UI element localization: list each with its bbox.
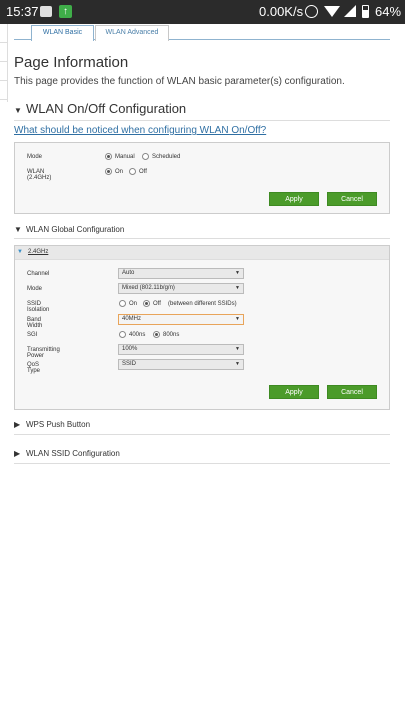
dropdown-arrow-icon: ▼ <box>235 361 240 367</box>
onoff-panel: Mode Manual Scheduled WLAN (2.4GHz) On O… <box>14 142 390 214</box>
tab-wlan-advanced[interactable]: WLAN Advanced <box>95 25 169 41</box>
section-title: WLAN SSID Configuration <box>26 449 120 458</box>
wlan-on-label: On <box>115 169 124 175</box>
qos-label: QoS Type <box>27 362 41 374</box>
battery-percent: 64% <box>375 4 402 19</box>
isolation-off-radio[interactable] <box>143 300 150 307</box>
band-tab-label: 2.4GHz <box>28 249 49 255</box>
bandwidth-label: Band Width <box>27 317 43 329</box>
expand-right-icon: ▶ <box>14 449 21 458</box>
select-value: 100% <box>122 346 138 352</box>
help-link[interactable]: What should be noticed when configuring … <box>14 125 266 136</box>
expand-down-icon: ▼ <box>17 249 23 255</box>
channel-label: Channel <box>27 271 50 277</box>
section-ssid-header[interactable]: ▶ WLAN SSID Configuration <box>14 449 390 464</box>
global-apply-button[interactable]: Apply <box>269 385 319 399</box>
dropdown-arrow-icon: ▼ <box>235 285 240 291</box>
expand-right-icon: ▶ <box>14 420 21 429</box>
dropdown-arrow-icon: ▼ <box>235 270 240 276</box>
sgi-800-radio[interactable] <box>153 331 160 338</box>
sgi-label: SGI <box>27 332 38 338</box>
onoff-apply-button[interactable]: Apply <box>269 192 319 206</box>
sgi-400-radio[interactable] <box>119 331 126 338</box>
global-cancel-button[interactable]: Cancel <box>327 385 377 399</box>
isolation-on-label: On <box>129 301 138 307</box>
wifi-mode-select[interactable]: Mixed (802.11b/g/n) ▼ <box>118 283 244 294</box>
wlan-off-label: Off <box>139 169 147 175</box>
section-global-header[interactable]: ▼ WLAN Global Configuration <box>14 225 390 239</box>
power-label: Transmitting Power <box>27 347 60 359</box>
mode-manual-radio[interactable] <box>105 153 112 160</box>
tab-wlan-basic[interactable]: WLAN Basic <box>31 25 94 41</box>
power-select[interactable]: 100% ▼ <box>118 344 244 355</box>
side-menu-edge[interactable] <box>0 24 8 102</box>
collapse-down-icon: ▼ <box>14 225 22 234</box>
bandwidth-select[interactable]: 40MHz ▼ <box>118 314 244 325</box>
mode-label: Mode <box>27 154 43 160</box>
section-wps-header[interactable]: ▶ WPS Push Button <box>14 420 390 435</box>
isolation-on-radio[interactable] <box>119 300 126 307</box>
dropdown-arrow-icon: ▼ <box>235 316 240 322</box>
onoff-cancel-button[interactable]: Cancel <box>327 192 377 206</box>
section-title: WLAN On/Off Configuration <box>26 101 187 116</box>
isolation-off-label: Off <box>153 301 161 307</box>
status-bar: 15:37 ↑ 0.00K/s 64% <box>0 0 405 24</box>
signal-icon <box>344 5 356 17</box>
select-value: Mixed (802.11b/g/n) <box>122 285 175 291</box>
sgi-400-label: 400ns <box>129 332 146 338</box>
select-value: SSID <box>122 361 137 367</box>
clock: 15:37 <box>6 4 39 19</box>
wifi-icon <box>324 6 340 17</box>
mode-scheduled-label: Scheduled <box>152 154 181 160</box>
wlan-off-radio[interactable] <box>129 168 136 175</box>
dropdown-arrow-icon: ▼ <box>235 346 240 352</box>
wifi-mode-label: Mode <box>27 286 43 292</box>
collapse-down-icon: ▼ <box>14 106 22 115</box>
select-value: 40MHz <box>122 316 142 322</box>
network-speed: 0.00K/s <box>259 4 304 19</box>
section-title: WLAN Global Configuration <box>26 225 125 234</box>
isolation-note: (between different SSIDs) <box>168 301 237 307</box>
band-tab-2-4ghz[interactable]: ▼ 2.4GHz <box>15 246 389 260</box>
sgi-800-label: 800ns <box>163 332 180 338</box>
page-description: This page provides the function of WLAN … <box>14 76 345 87</box>
section-title: WPS Push Button <box>26 420 91 429</box>
mode-manual-label: Manual <box>115 154 135 160</box>
wlan-on-radio[interactable] <box>105 168 112 175</box>
download-icon: ↑ <box>59 5 72 18</box>
mode-scheduled-radio[interactable] <box>142 153 149 160</box>
channel-select[interactable]: Auto ▼ <box>118 268 244 279</box>
isolation-label: SSID Isolation <box>27 301 50 313</box>
wlan-label: WLAN (2.4GHz) <box>27 169 52 181</box>
qos-select[interactable]: SSID ▼ <box>118 359 244 370</box>
battery-icon <box>362 5 369 18</box>
tab-bar: WLAN Basic WLAN Advanced <box>14 24 390 41</box>
message-icon <box>40 6 52 17</box>
alarm-icon <box>305 5 318 18</box>
page-title: Page Information <box>14 54 129 71</box>
section-onoff-header[interactable]: ▼ WLAN On/Off Configuration <box>14 101 390 121</box>
select-value: Auto <box>122 270 135 276</box>
